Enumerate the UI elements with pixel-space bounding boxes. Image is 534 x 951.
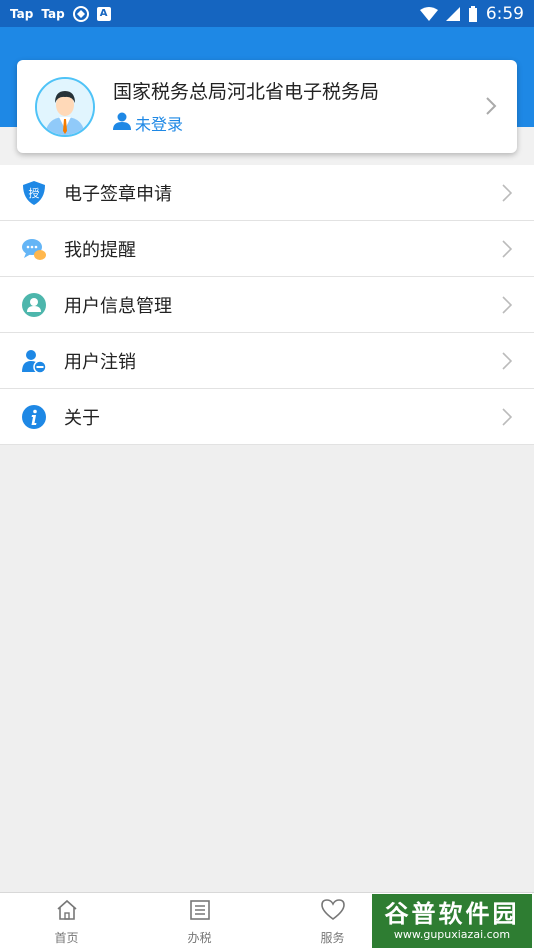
menu-item-reminders[interactable]: 我的提醒 (0, 221, 534, 277)
notification-icons: Tap Tap A (0, 5, 111, 22)
svg-text:授: 授 (29, 186, 40, 200)
info-icon (21, 404, 47, 430)
tab-tax[interactable]: 办税 (133, 893, 266, 951)
app-a-icon: A (96, 6, 111, 21)
watermark-url: www.gupuxiazai.com (393, 928, 511, 941)
menu-item-label: 电子签章申请 (64, 183, 172, 205)
menu-item-about[interactable]: 关于 (0, 389, 534, 445)
chevron-right-icon (502, 184, 513, 206)
sync-icon (72, 5, 89, 22)
chat-bubble-icon (21, 236, 47, 262)
login-link[interactable]: 未登录 (113, 111, 379, 135)
taptap-label-1: Tap (10, 6, 34, 21)
chevron-right-icon (502, 240, 513, 262)
avatar (35, 76, 95, 137)
watermark-title: 谷普软件园 (384, 900, 520, 928)
clock: 6:59 (485, 3, 524, 24)
login-status: 未登录 (135, 114, 184, 134)
settings-menu: 授 电子签章申请 我的提醒 用户信息管理 用户注销 关于 (0, 165, 534, 445)
menu-item-logout-account[interactable]: 用户注销 (0, 333, 534, 389)
taptap-label-2: Tap (41, 6, 65, 21)
menu-item-user-info[interactable]: 用户信息管理 (0, 277, 534, 333)
tab-label: 首页 (54, 931, 79, 945)
watermark-logo: 谷普软件园 www.gupuxiazai.com (372, 894, 532, 948)
system-indicators: 6:59 (419, 3, 534, 24)
menu-item-label: 我的提醒 (64, 239, 136, 261)
menu-item-label: 用户注销 (64, 351, 136, 373)
list-icon (188, 898, 212, 925)
signal-icon (445, 6, 460, 21)
menu-item-label: 用户信息管理 (64, 295, 172, 317)
chevron-right-icon (502, 352, 513, 374)
tab-label: 服务 (320, 931, 345, 945)
tab-label: 办税 (187, 931, 212, 945)
user-remove-icon (21, 348, 47, 374)
home-icon (55, 898, 79, 925)
wifi-icon (419, 6, 438, 21)
person-icon (113, 112, 131, 134)
tab-home[interactable]: 首页 (0, 893, 133, 951)
heart-icon (320, 898, 346, 925)
chevron-right-icon (502, 296, 513, 318)
battery-icon (468, 5, 478, 22)
agency-title: 国家税务总局河北省电子税务局 (113, 80, 380, 103)
status-bar: Tap Tap A 6:59 (0, 0, 534, 27)
shield-icon: 授 (21, 180, 47, 206)
chevron-right-icon (502, 408, 513, 430)
chevron-right-icon (485, 96, 497, 120)
menu-item-esignature[interactable]: 授 电子签章申请 (0, 165, 534, 221)
profile-card[interactable]: 国家税务总局河北省电子税务局 未登录 (17, 60, 517, 153)
user-circle-icon (21, 292, 47, 318)
menu-item-label: 关于 (64, 407, 100, 429)
